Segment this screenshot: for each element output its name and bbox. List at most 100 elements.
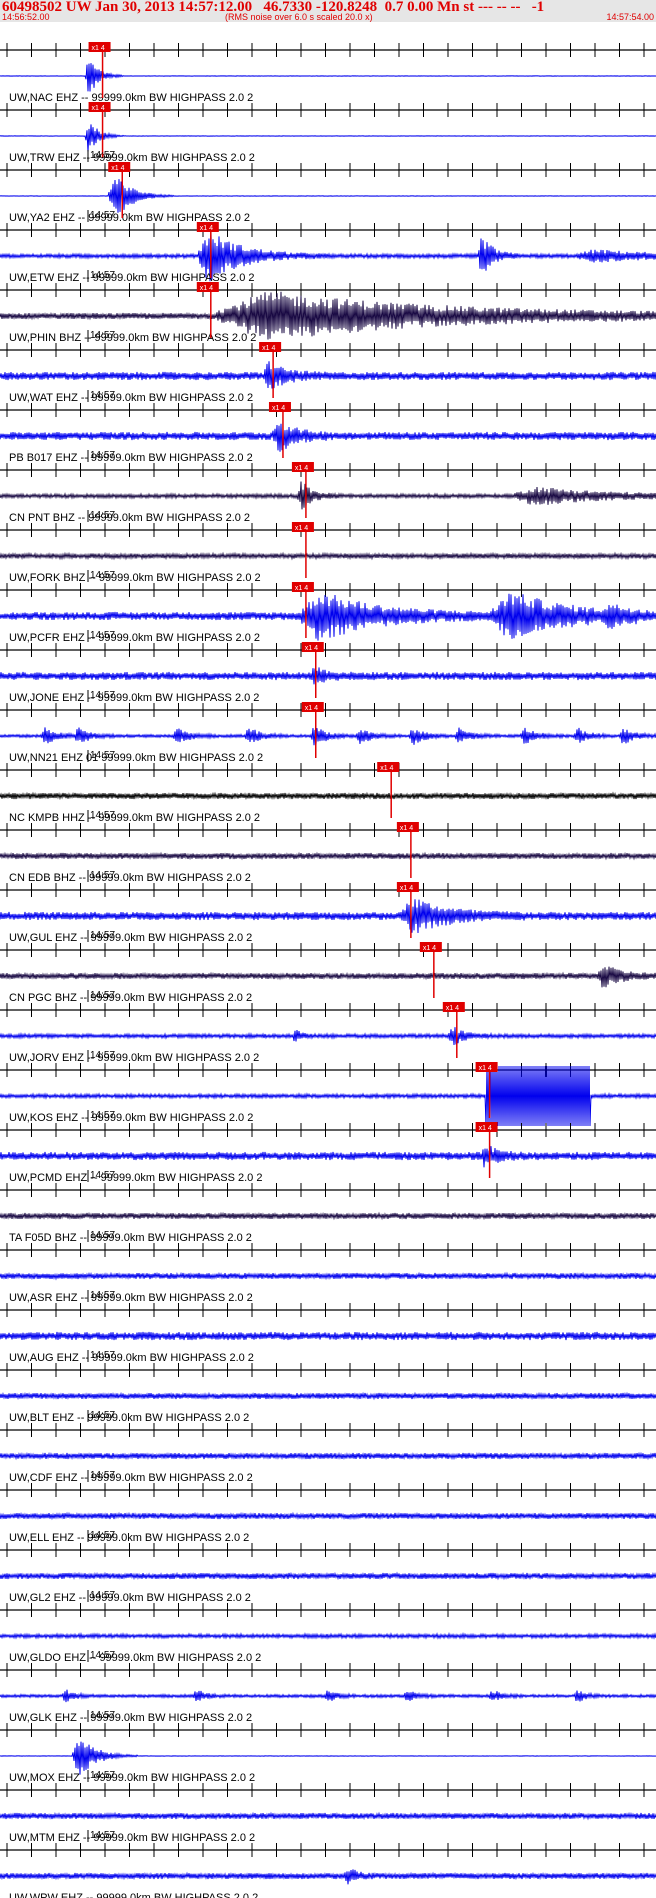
waveform [0, 727, 656, 746]
waveform [0, 63, 656, 92]
start-time: 14:56:52.00 [2, 12, 50, 22]
pick-label: x1 4 [479, 1125, 492, 1132]
waveform [0, 1451, 656, 1461]
minute-label: 14:57 [90, 1470, 115, 1481]
channel-label: UW,GLDO EHZ -- 99999.0km BW HIGHPASS 2.0… [9, 1652, 261, 1664]
pick-label: x1 4 [262, 345, 275, 352]
channel-label: NC KMPB HHZ -- 99999.0km BW HIGHPASS 2.0… [9, 812, 260, 824]
minute-label: 14:57 [90, 930, 115, 941]
pick-label: x1 4 [295, 585, 308, 592]
waveform [0, 1571, 656, 1581]
minute-label: 14:57 [90, 1170, 115, 1181]
waveform [0, 667, 656, 685]
minute-label: 14:57 [90, 330, 115, 341]
minute-label: 14:57 [90, 750, 115, 761]
channel-label: CN PNT BHZ -- 99999.0km BW HIGHPASS 2.0 … [9, 512, 250, 524]
waveform [0, 179, 656, 213]
minute-label: 14:57 [90, 570, 115, 581]
minute-label: 14:57 [90, 870, 115, 881]
waveform [0, 124, 656, 153]
waveform [0, 481, 656, 510]
channel-label: UW,MOX EHZ -- 99999.0km BW HIGHPASS 2.0 … [9, 1772, 255, 1784]
minute-label: 14:57 [90, 1830, 115, 1841]
waveform [0, 1211, 656, 1221]
channel-label: UW,KOS EHZ -- 99999.0km BW HIGHPASS 2.0 … [9, 1112, 253, 1124]
minute-label: 14:57 [90, 1290, 115, 1301]
channel-label: CN PGC BHZ -- 99999.0km BW HIGHPASS 2.0 … [9, 992, 252, 1004]
pick-label: x1 4 [295, 465, 308, 472]
waveform [0, 1511, 656, 1521]
channel-label: UW,WPW EHZ -- 99999.0km BW HIGHPASS 2.0 … [9, 1892, 258, 1898]
waveform [0, 361, 656, 389]
pick-label: x1 4 [479, 1065, 492, 1072]
waveform [0, 423, 656, 452]
waveform [0, 1027, 656, 1046]
channel-label: UW,TRW EHZ -- 99999.0km BW HIGHPASS 2.0 … [9, 152, 255, 164]
pick-label: x1 4 [295, 525, 308, 532]
channel-label: UW,JORV EHZ -- 99999.0km BW HIGHPASS 2.0… [9, 1052, 259, 1064]
minute-label: 14:57 [90, 390, 115, 401]
waveform [0, 851, 656, 861]
pick-label: x1 4 [272, 405, 285, 412]
minute-label: 14:57 [90, 1710, 115, 1721]
minute-label: 14:57 [90, 1350, 115, 1361]
channel-label: UW,PCMD EHZ -- 99999.0km BW HIGHPASS 2.0… [9, 1172, 262, 1184]
pick-label: x1 4 [305, 705, 318, 712]
minute-label: 14:57 [90, 1530, 115, 1541]
channel-label: TA F05D BHZ -- 99999.0km BW HIGHPASS 2.0… [9, 1232, 252, 1244]
minute-label: 14:57 [90, 1770, 115, 1781]
channel-label: UW,BLT EHZ -- 99999.0km BW HIGHPASS 2.0 … [9, 1412, 249, 1424]
rms-note: (RMS noise over 6.0 s scaled 20.0 x) [225, 12, 373, 22]
channel-label: UW,FORK BHZ -- 99999.0km BW HIGHPASS 2.0… [9, 572, 261, 584]
channel-label: UW,NN21 EHZ 01 99999.0km BW HIGHPASS 2.0… [9, 752, 263, 764]
pick-label: x1 4 [400, 885, 413, 892]
channel-label: UW,WAT EHZ -- 99999.0km BW HIGHPASS 2.0 … [9, 392, 253, 404]
channel-label: UW,GL2 EHZ -- 99999.0km BW HIGHPASS 2.0 … [9, 1592, 251, 1604]
channel-label: UW,GLK EHZ -- 99999.0km BW HIGHPASS 2.0 … [9, 1712, 252, 1724]
channel-label: UW,NAC EHZ -- 99999.0km BW HIGHPASS 2.0 … [9, 92, 253, 104]
waveform [0, 1869, 656, 1885]
waveform [0, 791, 656, 801]
header-bar: 60498502 UW Jan 30, 2013 14:57:12.00 46.… [0, 0, 656, 22]
minute-label: 14:57 [90, 210, 115, 221]
channel-label: CN EDB BHZ -- 99999.0km BW HIGHPASS 2.0 … [9, 872, 251, 884]
waveform [0, 899, 656, 934]
trace-row: UW,NAC EHZ -- 99999.0km BW HIGHPASS 2.0 … [0, 42, 656, 104]
channel-label: UW,JONE EHZ -- 99999.0km BW HIGHPASS 2.0… [9, 692, 259, 704]
minute-label: 14:57 [90, 690, 115, 701]
minute-label: 14:57 [90, 630, 115, 641]
channel-label: PB B017 EHZ -- 99999.0km BW HIGHPASS 2.0… [9, 452, 253, 464]
pick-label: x1 4 [92, 45, 105, 52]
waveform [0, 1331, 656, 1341]
waveform [0, 1271, 656, 1281]
minute-label: 14:57 [90, 810, 115, 821]
channel-label: UW,MTM EHZ -- 99999.0km BW HIGHPASS 2.0 … [9, 1832, 255, 1844]
pick-label: x1 4 [305, 645, 318, 652]
waveform [0, 1391, 656, 1401]
end-time: 14:57:54.00 [606, 12, 654, 22]
channel-label: UW,AUG EHZ -- 99999.0km BW HIGHPASS 2.0 … [9, 1352, 254, 1364]
waveform [0, 1632, 656, 1640]
minute-label: 14:57 [90, 150, 115, 161]
minute-label: 14:57 [90, 450, 115, 461]
channel-label: UW,PHIN BHZ -- 99999.0km BW HIGHPASS 2.0… [9, 332, 256, 344]
minute-label: 14:57 [90, 1590, 115, 1601]
pick-label: x1 4 [200, 285, 213, 292]
minute-label: 14:57 [90, 990, 115, 1001]
channel-label: UW,GUL EHZ -- 99999.0km BW HIGHPASS 2.0 … [9, 932, 252, 944]
minute-label: 14:57 [90, 1110, 115, 1121]
pick-label: x1 4 [423, 945, 436, 952]
waveform [0, 551, 656, 561]
pick-label: x1 4 [400, 825, 413, 832]
pick-label: x1 4 [111, 165, 124, 172]
waveform [0, 1146, 656, 1168]
waveform [0, 1689, 656, 1703]
waveform [0, 966, 656, 988]
pick-label: x1 4 [92, 105, 105, 112]
channel-label: UW,PCFR EHZ -- 99999.0km BW HIGHPASS 2.0… [9, 632, 260, 644]
waveform [0, 1811, 656, 1821]
seismogram-plot: UW,NAC EHZ -- 99999.0km BW HIGHPASS 2.0 … [0, 42, 656, 1898]
minute-label: 14:57 [90, 510, 115, 521]
pick-label: x1 4 [446, 1005, 459, 1012]
minute-label: 14:57 [90, 1050, 115, 1061]
